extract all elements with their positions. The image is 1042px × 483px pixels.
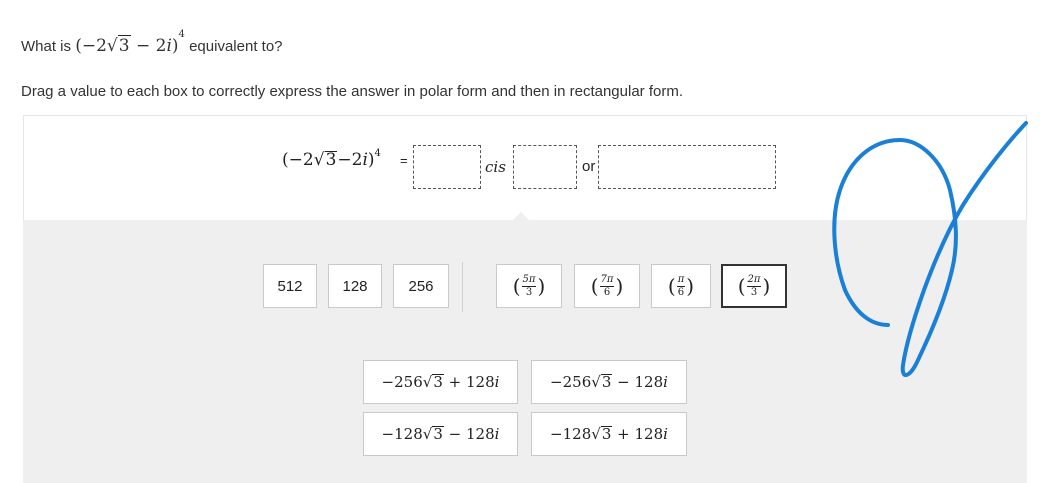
handwritten-scribble [832,121,1028,377]
